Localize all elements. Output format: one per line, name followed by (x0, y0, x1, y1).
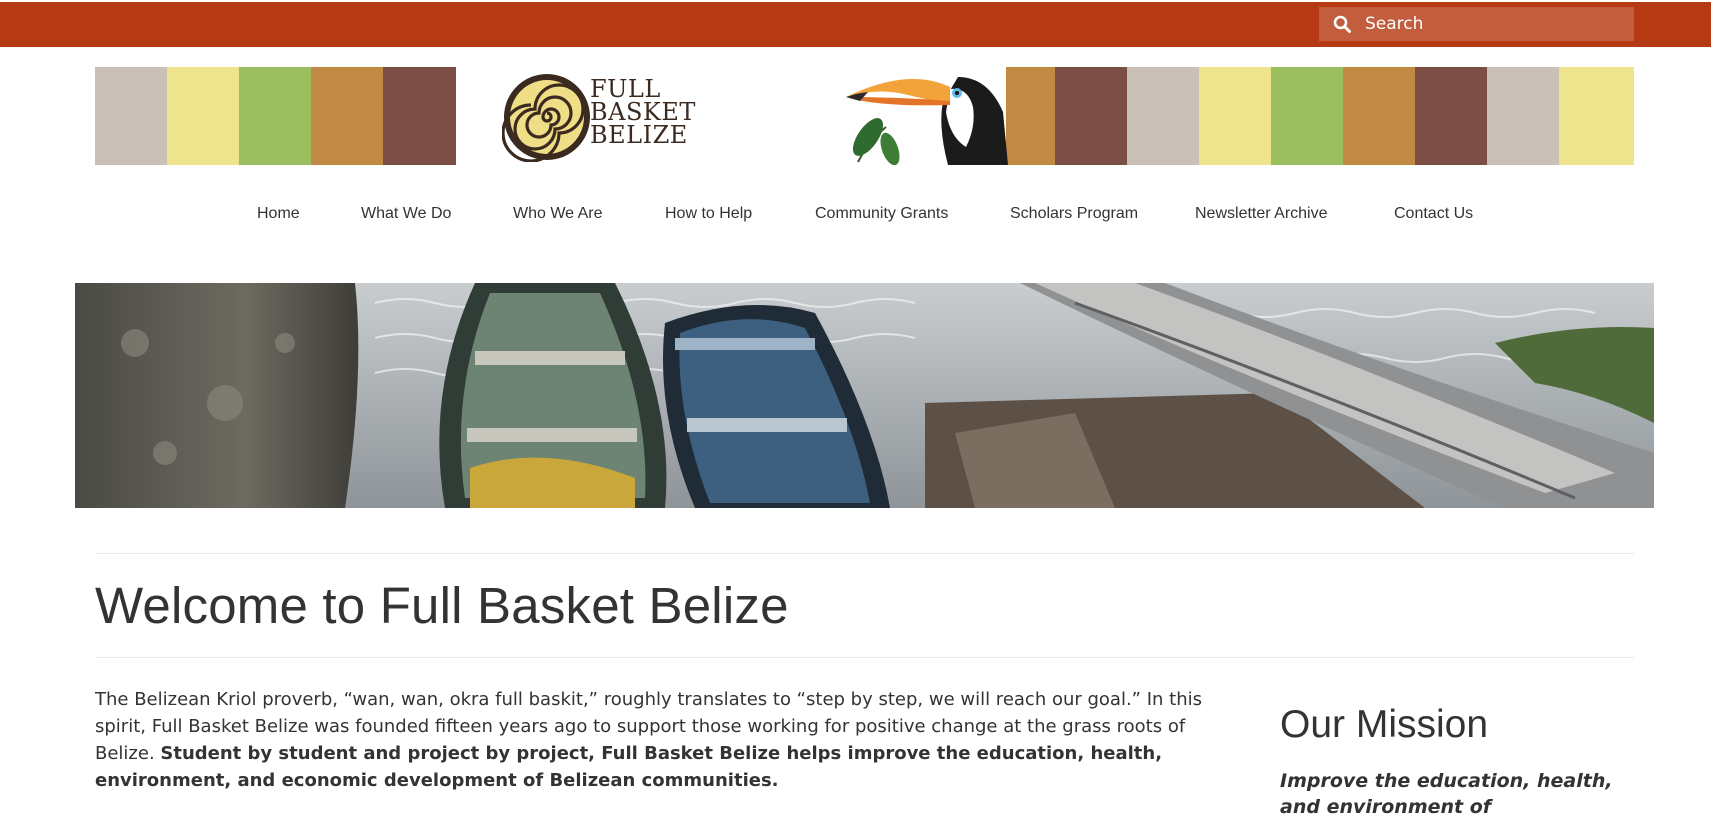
nav-item-contact-us[interactable]: Contact Us (1394, 205, 1473, 223)
banner-stripe (311, 67, 383, 165)
spiral-basket-icon (502, 74, 590, 162)
page-title: Welcome to Full Basket Belize (95, 577, 789, 634)
banner-stripe (1487, 67, 1559, 165)
hero-boats-photo (75, 283, 1654, 508)
top-bar (0, 2, 1711, 47)
nav-item-newsletter-archive[interactable]: Newsletter Archive (1195, 205, 1328, 223)
nav-item-home[interactable]: Home (257, 205, 300, 223)
hero-image (75, 283, 1654, 508)
search-box[interactable] (1319, 7, 1634, 41)
banner-stripe (239, 67, 311, 165)
banner-stripe (95, 67, 167, 165)
main-nav: Home What We Do Who We Are How to Help C… (0, 205, 1711, 235)
divider (95, 657, 1634, 658)
nav-item-scholars-program[interactable]: Scholars Program (1010, 205, 1138, 223)
banner-stripe (1415, 67, 1487, 165)
banner-stripe (167, 67, 239, 165)
search-icon (1333, 15, 1351, 33)
banner-stripe (1271, 67, 1343, 165)
banner-stripe (1055, 67, 1127, 165)
nav-item-what-we-do[interactable]: What We Do (361, 205, 451, 223)
mission-text: Improve the education, health, and envir… (1280, 770, 1613, 818)
nav-item-community-grants[interactable]: Community Grants (815, 205, 948, 223)
banner-stripe (383, 67, 456, 165)
divider (95, 553, 1634, 554)
banner-stripe (1559, 67, 1634, 165)
search-input[interactable] (1363, 13, 1627, 35)
logo[interactable]: FULL BASKET BELIZE (456, 67, 1008, 165)
intro-paragraph: The Belizean Kriol proverb, “wan, wan, o… (95, 686, 1245, 794)
banner-stripe (1343, 67, 1415, 165)
banner-stripe (1199, 67, 1271, 165)
toucan-illustration (846, 77, 1008, 165)
logo-text: FULL BASKET BELIZE (590, 77, 696, 149)
logo-line-3: BELIZE (590, 121, 688, 149)
banner-stripe (1127, 67, 1199, 165)
mission-heading: Our Mission (1280, 703, 1489, 746)
header-banner: FULL BASKET BELIZE (95, 67, 1634, 165)
nav-item-who-we-are[interactable]: Who We Are (513, 205, 603, 223)
nav-item-how-to-help[interactable]: How to Help (665, 205, 752, 223)
intro-bold-text: Student by student and project by projec… (95, 743, 1163, 791)
